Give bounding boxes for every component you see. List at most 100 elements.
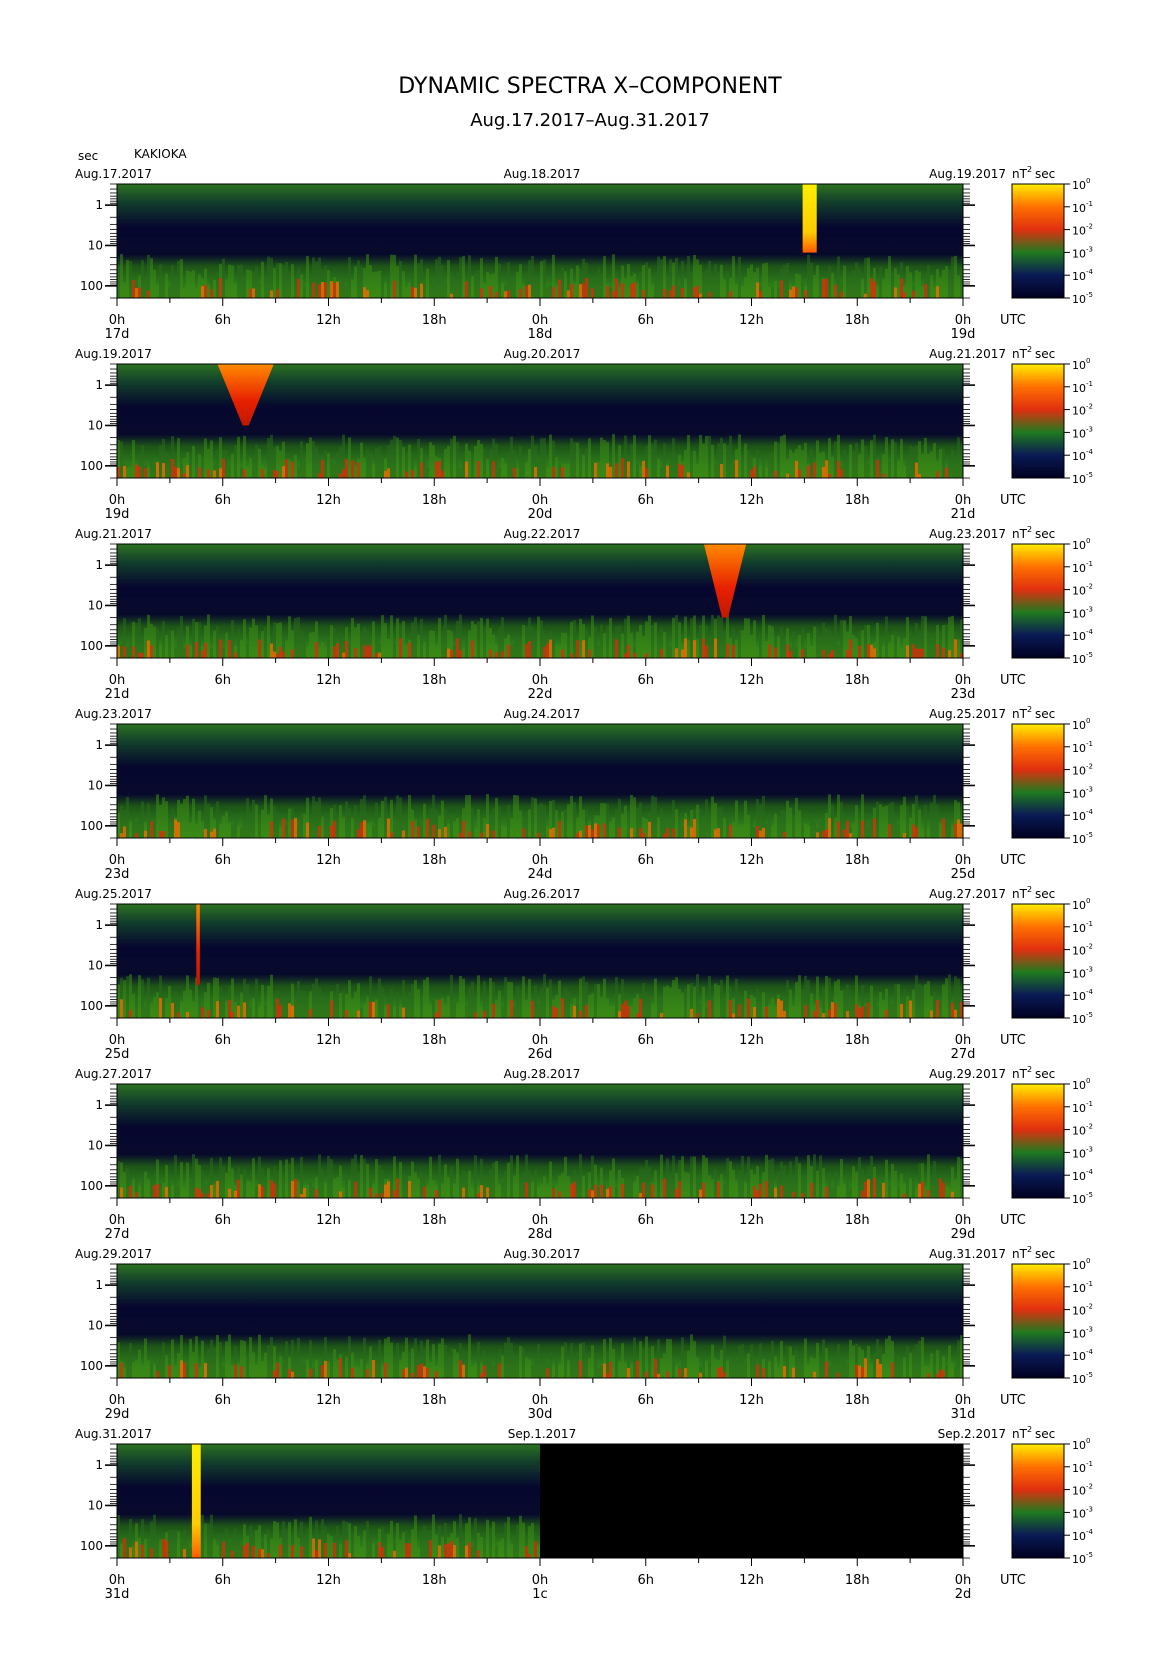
panel-mid-date: Aug.20.2017 bbox=[504, 347, 581, 361]
colorbar-tick-label: 10-4 bbox=[1072, 1348, 1094, 1363]
colorbar-tick-label: 10-1 bbox=[1072, 920, 1093, 935]
colorbar-tick-label: 10-2 bbox=[1072, 943, 1093, 958]
panel-end-date: Aug.29.2017 bbox=[929, 1067, 1006, 1081]
x-tick-label: 6h bbox=[637, 853, 654, 868]
colorbar-tick-label: 10-2 bbox=[1072, 763, 1093, 778]
colorbar-tick-label: 100 bbox=[1072, 717, 1090, 732]
colorbar-unit-label: nT2 sec bbox=[1012, 1245, 1055, 1261]
y-tick-label: 100 bbox=[80, 459, 103, 473]
x-tick-label: 18h bbox=[422, 1573, 447, 1588]
x-tick-label: 12h bbox=[739, 1393, 764, 1408]
colorbar-tick-label: 10-5 bbox=[1072, 471, 1093, 486]
x-tick-label: 6h bbox=[214, 1393, 231, 1408]
x-tick-label: 0h bbox=[955, 493, 972, 508]
x-tick-label: 6h bbox=[214, 1033, 231, 1048]
day-label: 19d bbox=[105, 507, 130, 522]
day-label: 28d bbox=[528, 1227, 553, 1242]
x-tick-label: 18h bbox=[422, 493, 447, 508]
colorbar: 100 10-1 10-2 10-3 10-4 10-5 bbox=[1011, 357, 1094, 486]
colorbar-tick-label: 100 bbox=[1072, 357, 1090, 372]
colorbar-tick-label: 10-5 bbox=[1072, 1191, 1093, 1206]
panel-end-date: Aug.25.2017 bbox=[929, 707, 1006, 721]
day-label: 27d bbox=[951, 1047, 976, 1062]
colorbar-tick-label: 10-1 bbox=[1072, 1100, 1093, 1115]
colorbar-unit-label: nT2 sec bbox=[1012, 525, 1055, 541]
y-tick-label: 10 bbox=[88, 958, 103, 972]
colorbar-tick-label: 10-1 bbox=[1072, 560, 1093, 575]
colorbar-tick-label: 10-4 bbox=[1072, 988, 1094, 1003]
y-tick-label: 1 bbox=[95, 738, 103, 752]
x-tick-label: 0h bbox=[109, 1393, 126, 1408]
x-axis-unit-label: UTC bbox=[1000, 313, 1026, 328]
panel-mid-date: Aug.26.2017 bbox=[504, 887, 581, 901]
spectrogram-panel: Aug.19.2017 Aug.20.2017 Aug.21.2017 nT2 sec1… bbox=[75, 345, 1094, 522]
colorbar-tick-label: 10-1 bbox=[1072, 1280, 1093, 1295]
x-tick-label: 0h bbox=[109, 1213, 126, 1228]
x-tick-label: 12h bbox=[316, 493, 341, 508]
colorbar-tick-label: 10-1 bbox=[1072, 1460, 1093, 1475]
colorbar-tick-label: 10-3 bbox=[1072, 425, 1093, 440]
y-tick-label: 10 bbox=[88, 1318, 103, 1332]
x-tick-label: 18h bbox=[422, 673, 447, 688]
x-tick-label: 0h bbox=[109, 853, 126, 868]
dynamic-spectra-figure: DYNAMIC SPECTRA X–COMPONENT Aug.17.2017–… bbox=[75, 74, 1094, 1602]
x-tick-label: 6h bbox=[637, 673, 654, 688]
y-tick-label: 100 bbox=[80, 639, 103, 653]
x-tick-label: 18h bbox=[422, 853, 447, 868]
panel-start-date: Aug.29.2017 bbox=[75, 1247, 152, 1261]
x-axis: 0h 6h 12h 18h 0h 6h 12h 18h 0h UTC 29d 30d 31d bbox=[105, 1378, 1026, 1422]
colorbar-tick-label: 10-5 bbox=[1072, 1551, 1093, 1566]
x-tick-label: 12h bbox=[316, 1393, 341, 1408]
x-tick-label: 18h bbox=[422, 1393, 447, 1408]
colorbar: 100 10-1 10-2 10-3 10-4 10-5 bbox=[1011, 1437, 1094, 1566]
colorbar-tick-label: 10-5 bbox=[1072, 651, 1093, 666]
panel-mid-date: Aug.28.2017 bbox=[504, 1067, 581, 1081]
panel-start-date: Aug.17.2017 bbox=[75, 167, 152, 181]
x-tick-label: 0h bbox=[109, 1573, 126, 1588]
x-tick-label: 6h bbox=[637, 1393, 654, 1408]
x-tick-label: 6h bbox=[637, 313, 654, 328]
colorbar-unit-label: nT2 sec bbox=[1012, 345, 1055, 361]
y-tick-label: 10 bbox=[88, 1498, 103, 1512]
x-tick-label: 12h bbox=[316, 1033, 341, 1048]
colorbar: 100 10-1 10-2 10-3 10-4 10-5 bbox=[1011, 897, 1094, 1026]
colorbar-tick-label: 100 bbox=[1072, 177, 1090, 192]
x-tick-label: 0h bbox=[532, 493, 549, 508]
panel-mid-date: Aug.24.2017 bbox=[504, 707, 581, 721]
x-tick-label: 0h bbox=[955, 1033, 972, 1048]
x-tick-label: 0h bbox=[955, 853, 972, 868]
x-tick-label: 6h bbox=[214, 493, 231, 508]
colorbar-tick-label: 10-2 bbox=[1072, 403, 1093, 418]
x-tick-label: 6h bbox=[637, 493, 654, 508]
y-tick-label: 10 bbox=[88, 238, 103, 252]
panel-end-date: Aug.23.2017 bbox=[929, 527, 1006, 541]
day-label: 25d bbox=[105, 1047, 130, 1062]
colorbar-tick-label: 10-3 bbox=[1072, 605, 1093, 620]
colorbar-tick-label: 100 bbox=[1072, 1437, 1090, 1452]
colorbar-tick-label: 10-3 bbox=[1072, 785, 1093, 800]
y-tick-label: 1 bbox=[95, 1458, 103, 1472]
x-tick-label: 18h bbox=[845, 1033, 870, 1048]
y-tick-label: 1 bbox=[95, 1098, 103, 1112]
panel-start-date: Aug.21.2017 bbox=[75, 527, 152, 541]
colorbar-scale bbox=[1011, 1443, 1065, 1559]
day-label: 27d bbox=[105, 1227, 130, 1242]
colorbar-tick-label: 10-2 bbox=[1072, 1123, 1093, 1138]
x-tick-label: 18h bbox=[845, 313, 870, 328]
colorbar-scale bbox=[1011, 363, 1065, 479]
colorbar-tick-label: 10-4 bbox=[1072, 1168, 1094, 1183]
colorbar-tick-label: 10-1 bbox=[1072, 200, 1093, 215]
x-tick-label: 6h bbox=[637, 1033, 654, 1048]
colorbar-scale bbox=[1011, 723, 1065, 839]
x-tick-label: 18h bbox=[845, 673, 870, 688]
colorbar-tick-label: 100 bbox=[1072, 1077, 1090, 1092]
x-tick-label: 0h bbox=[532, 853, 549, 868]
panel-end-date: Aug.21.2017 bbox=[929, 347, 1006, 361]
colorbar-tick-label: 10-5 bbox=[1072, 1371, 1093, 1386]
colorbar-tick-label: 10-4 bbox=[1072, 628, 1094, 643]
spectrogram-panel: Aug.21.2017 Aug.22.2017 Aug.23.2017 nT2 sec1… bbox=[75, 525, 1094, 702]
day-label: 30d bbox=[528, 1407, 553, 1422]
x-axis: 0h 6h 12h 18h 0h 6h 12h 18h 0h UTC 17d 18d 19d bbox=[105, 298, 1026, 342]
spectrogram-texture bbox=[117, 614, 963, 658]
x-tick-label: 12h bbox=[316, 1213, 341, 1228]
